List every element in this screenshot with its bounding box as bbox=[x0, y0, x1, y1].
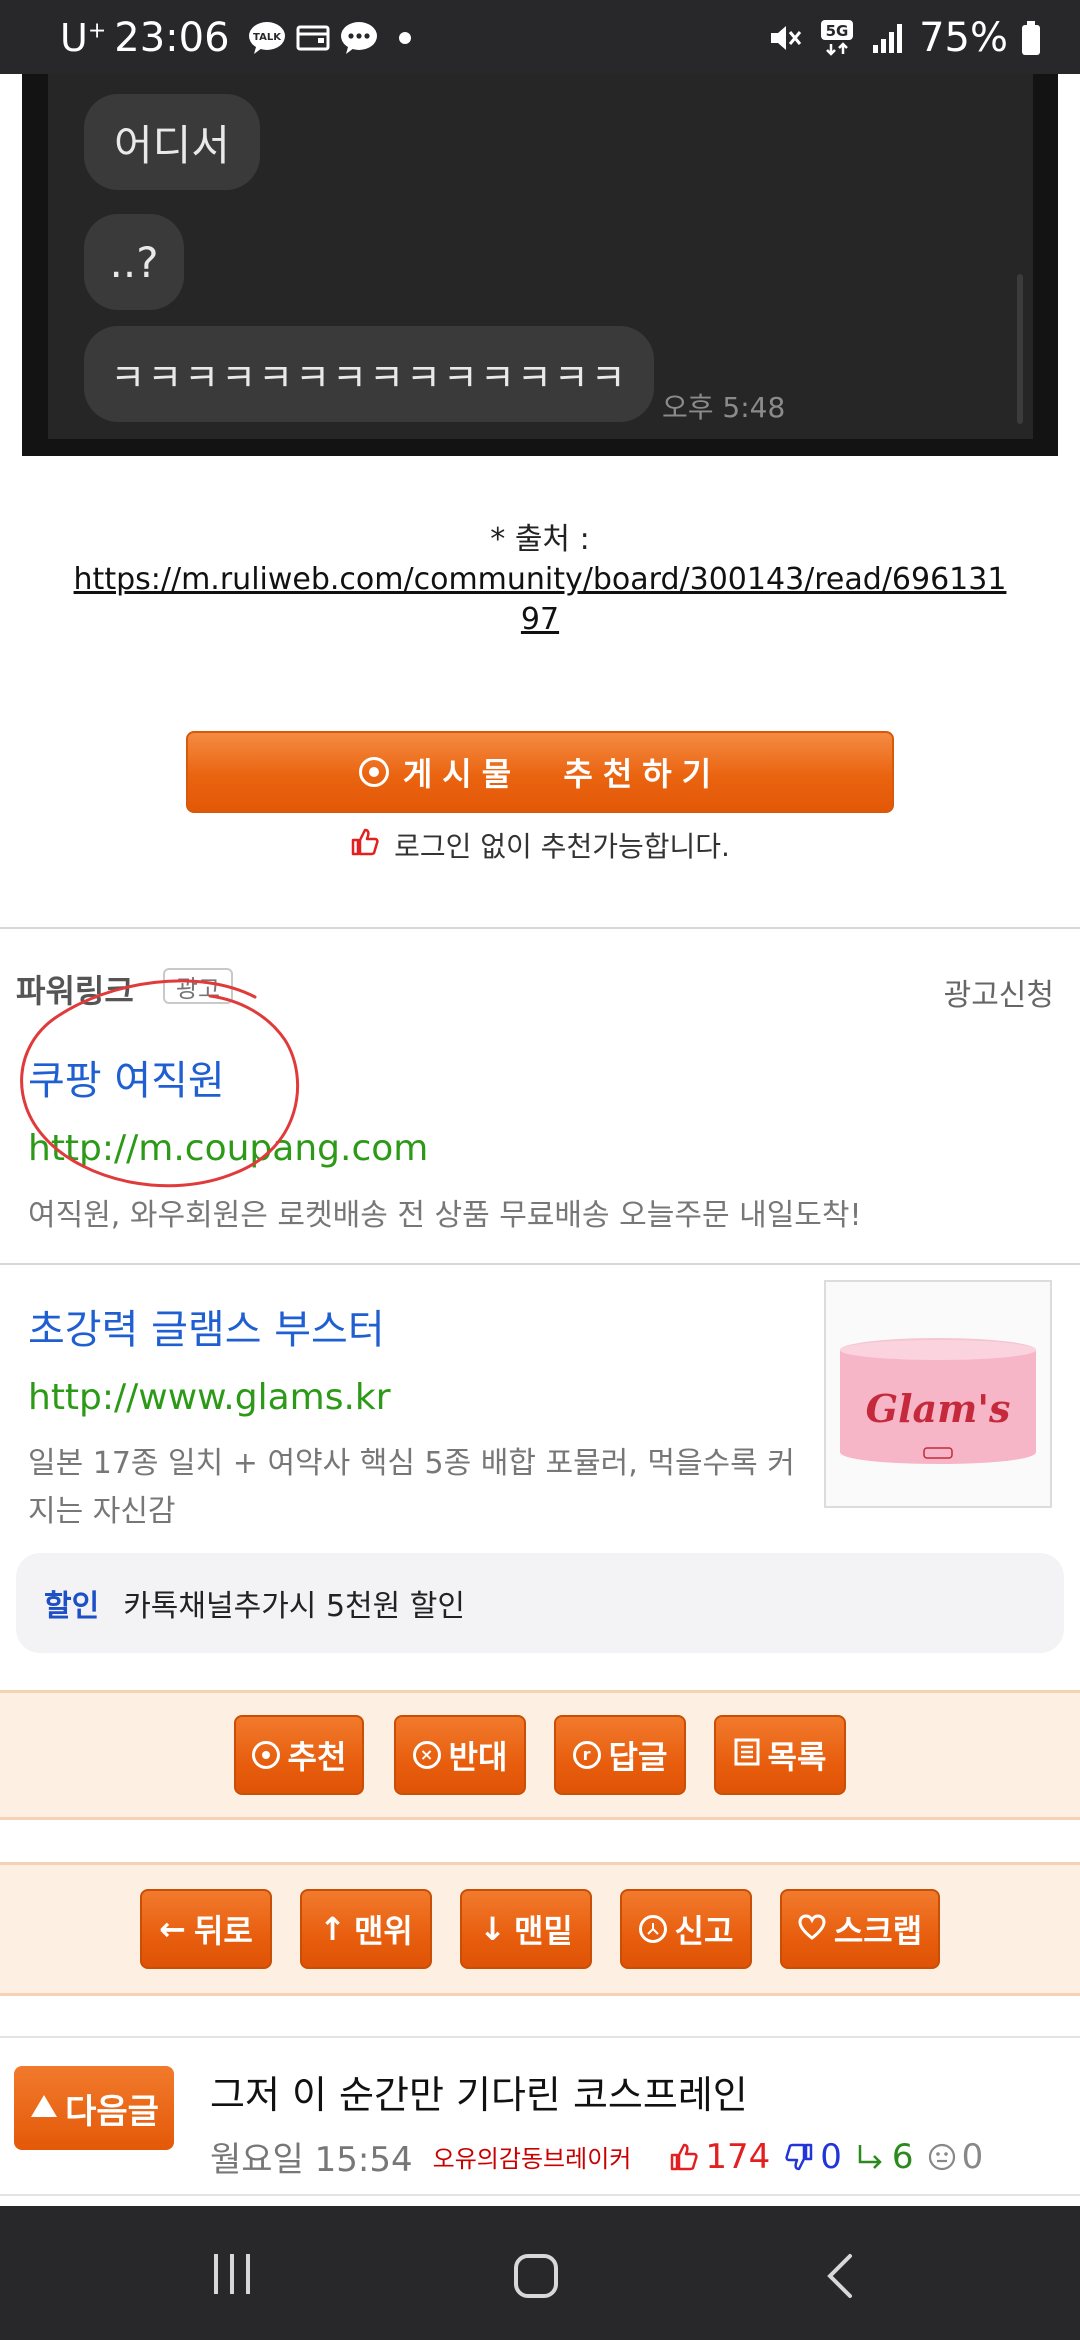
status-bar: U+ 23:06 TALK 5G 75% bbox=[0, 0, 1080, 74]
next-post-meta: 월요일 15:54 오유의감동브레이커 174 0 6 0 bbox=[210, 2132, 983, 2181]
next-post-row[interactable]: 다음글 그저 이 순간만 기다린 코스프레인 월요일 15:54 오유의감동브레… bbox=[0, 2036, 1080, 2196]
recommend-post-button[interactable]: 게시물 추천하기 bbox=[186, 731, 894, 813]
ad-thumbnail-image[interactable]: Glam's bbox=[824, 1280, 1052, 1508]
page-nav-bar: ← 뒤로 ↑ 맨위 ↓ 맨밑 신고 스크랩 bbox=[0, 1862, 1080, 1996]
arrow-left-icon: ← bbox=[159, 1910, 186, 1948]
source-link[interactable]: https://m.ruliweb.com/community/board/30… bbox=[74, 562, 1007, 637]
ad-apply-link[interactable]: 광고신청 bbox=[944, 970, 1054, 1014]
thumbs-down-icon bbox=[785, 2143, 813, 2170]
list-icon bbox=[734, 1736, 760, 1774]
chat-screenshot-image: 어디서 ..? ㅋㅋㅋㅋㅋㅋㅋㅋㅋㅋㅋㅋㅋㅋ 오후 5:48 bbox=[22, 74, 1058, 456]
recent-apps-icon[interactable] bbox=[210, 2252, 254, 2300]
oppose-button[interactable]: × 반대 bbox=[394, 1715, 526, 1795]
network-5g-icon: 5G bbox=[817, 19, 857, 57]
red-circle-annotation bbox=[20, 979, 299, 1188]
discount-tag: 할인 bbox=[44, 1589, 100, 1624]
recommend-note: 로그인 없이 추천가능합니다. bbox=[0, 825, 1080, 865]
svg-text:5G: 5G bbox=[826, 22, 849, 40]
next-post-title[interactable]: 그저 이 순간만 기다린 코스프레인 bbox=[210, 2064, 748, 2119]
triangle-up-icon bbox=[29, 2088, 59, 2128]
signal-icon bbox=[869, 19, 907, 57]
source-credit: * 출처 : https://m.ruliweb.com/community/b… bbox=[40, 520, 1040, 640]
ad-title[interactable]: 초강력 글램스 부스터 bbox=[28, 1297, 385, 1355]
arrow-up-icon: ↑ bbox=[319, 1910, 346, 1948]
report-icon bbox=[638, 1915, 667, 1943]
thumbs-up-icon bbox=[350, 827, 380, 864]
home-icon[interactable] bbox=[512, 2252, 560, 2304]
ad-url[interactable]: http://www.glams.kr bbox=[28, 1377, 391, 1418]
chat-bubble: ㅋㅋㅋㅋㅋㅋㅋㅋㅋㅋㅋㅋㅋㅋ bbox=[84, 326, 654, 422]
system-navigation-bar bbox=[0, 2206, 1080, 2340]
recommend-icon bbox=[251, 1741, 280, 1769]
talk-notification-icon: TALK bbox=[248, 19, 286, 57]
back-nav-icon[interactable] bbox=[824, 2252, 854, 2304]
svg-text:Glam's: Glam's bbox=[866, 1386, 1011, 1431]
upvote-count: 174 bbox=[669, 2137, 770, 2177]
chat-scrollbar bbox=[1017, 274, 1023, 424]
smiley-icon bbox=[928, 2143, 955, 2170]
report-button[interactable]: 신고 bbox=[620, 1889, 752, 1969]
clock: 23:06 bbox=[114, 15, 230, 61]
bottom-button[interactable]: ↓ 맨밑 bbox=[460, 1889, 592, 1969]
post-action-bar: 추천 × 반대 r 답글 목록 bbox=[0, 1690, 1080, 1820]
post-author[interactable]: 오유의감동브레이커 bbox=[433, 2139, 632, 2174]
source-prefix: * 출처 : bbox=[490, 522, 590, 557]
recommend-button[interactable]: 추천 bbox=[234, 1715, 364, 1795]
post-date: 월요일 15:54 bbox=[210, 2140, 413, 2180]
reply-button[interactable]: r 답글 bbox=[554, 1715, 686, 1795]
neutral-count: 0 bbox=[928, 2137, 983, 2177]
recommend-post-label: 게시물 추천하기 bbox=[402, 755, 722, 793]
scrap-button[interactable]: 스크랩 bbox=[780, 1889, 940, 1969]
svg-text:TALK: TALK bbox=[253, 32, 282, 43]
recommend-circle-icon bbox=[358, 757, 389, 787]
chat-bubble: 어디서 bbox=[84, 94, 260, 190]
next-post-button[interactable]: 다음글 bbox=[14, 2066, 174, 2150]
chat-time: 오후 5:48 bbox=[662, 391, 786, 424]
wallet-notification-icon bbox=[294, 19, 332, 57]
thumbs-up-icon bbox=[671, 2143, 699, 2170]
heart-icon bbox=[798, 1910, 826, 1948]
divider bbox=[0, 927, 1080, 929]
battery-percent: 75% bbox=[919, 15, 1008, 61]
discount-text: 카톡채널추가시 5천원 할인 bbox=[123, 1589, 465, 1624]
chat-bubble: ..? bbox=[84, 214, 184, 310]
top-button[interactable]: ↑ 맨위 bbox=[300, 1889, 432, 1969]
oppose-icon: × bbox=[412, 1741, 441, 1769]
discount-banner[interactable]: 할인 카톡채널추가시 5천원 할인 bbox=[16, 1553, 1064, 1653]
reply-count: 6 bbox=[856, 2137, 914, 2177]
downvote-count: 0 bbox=[784, 2137, 842, 2177]
battery-icon bbox=[1020, 19, 1042, 57]
carrier-label: U+ bbox=[60, 16, 107, 60]
reply-arrow-icon bbox=[858, 2144, 882, 2169]
arrow-down-icon: ↓ bbox=[479, 1910, 506, 1948]
more-notifications-dot-icon bbox=[386, 19, 424, 57]
list-button[interactable]: 목록 bbox=[714, 1715, 846, 1795]
chat-notification-icon bbox=[340, 19, 378, 57]
back-button[interactable]: ← 뒤로 bbox=[140, 1889, 272, 1969]
mute-icon bbox=[767, 19, 805, 57]
ad-description: 일본 17종 일치 + 여약사 핵심 5종 배합 포뮬러, 먹을수록 커 지는 자… bbox=[28, 1446, 795, 1529]
divider bbox=[0, 1263, 1080, 1265]
reply-icon: r bbox=[572, 1741, 601, 1769]
